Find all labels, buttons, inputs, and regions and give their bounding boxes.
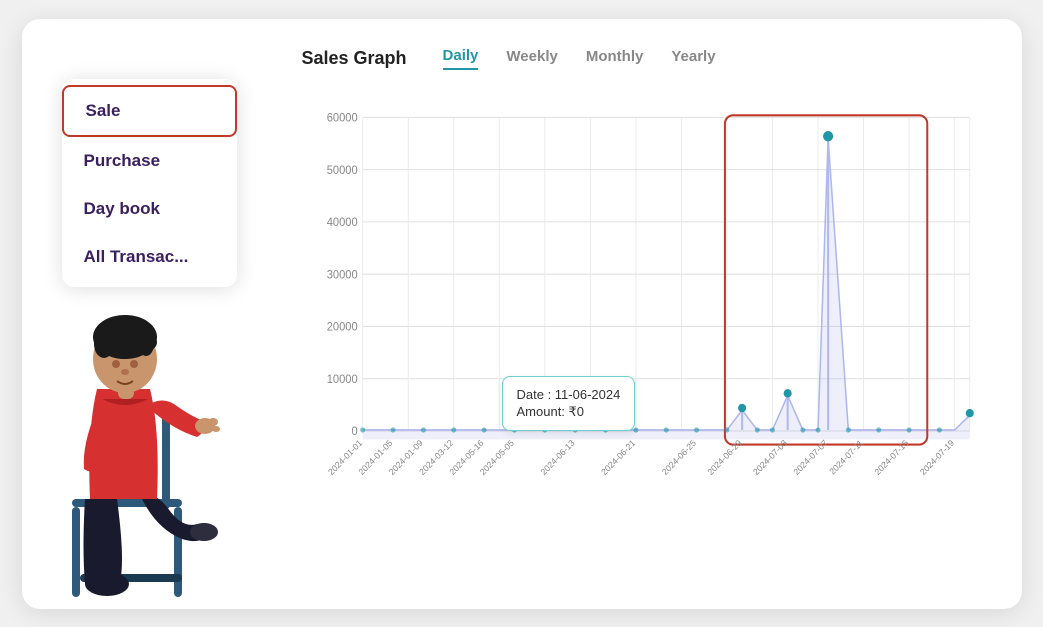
svg-text:60000: 60000 [326,112,357,124]
tab-daily[interactable]: Daily [443,47,479,70]
chart-svg: 60000 50000 40000 30000 20000 10000 0 [302,86,990,546]
svg-text:40000: 40000 [326,216,357,228]
svg-text:20000: 20000 [326,321,357,333]
svg-text:30000: 30000 [326,269,357,281]
chart-title: Sales Graph [302,48,407,69]
svg-text:2024-06-21: 2024-06-21 [599,437,637,476]
menu-item-alltransac[interactable]: All Transac... [62,233,237,281]
dropdown-menu: Sale Purchase Day book All Transac... [62,79,237,287]
tab-weekly[interactable]: Weekly [506,48,557,69]
right-panel: Sales Graph Daily Weekly Monthly Yearly [282,19,1022,609]
menu-item-purchase[interactable]: Purchase [62,137,237,185]
tab-yearly[interactable]: Yearly [671,48,715,69]
svg-text:10000: 10000 [326,373,357,385]
menu-item-daybook[interactable]: Day book [62,185,237,233]
svg-text:2024-07-11: 2024-07-11 [827,437,865,476]
svg-text:2024-06-13: 2024-06-13 [538,437,576,476]
svg-text:50000: 50000 [326,164,357,176]
main-card: Sale Purchase Day book All Transac... [22,19,1022,609]
svg-text:0: 0 [351,426,357,438]
svg-text:2024-06-25: 2024-06-25 [659,437,697,476]
chart-area: 60000 50000 40000 30000 20000 10000 0 [302,86,990,546]
tab-monthly[interactable]: Monthly [586,48,644,69]
left-panel: Sale Purchase Day book All Transac... [22,19,282,609]
chart-header: Sales Graph Daily Weekly Monthly Yearly [302,47,990,70]
menu-item-sale[interactable]: Sale [62,85,237,137]
svg-text:2024-06-29: 2024-06-29 [705,437,743,476]
